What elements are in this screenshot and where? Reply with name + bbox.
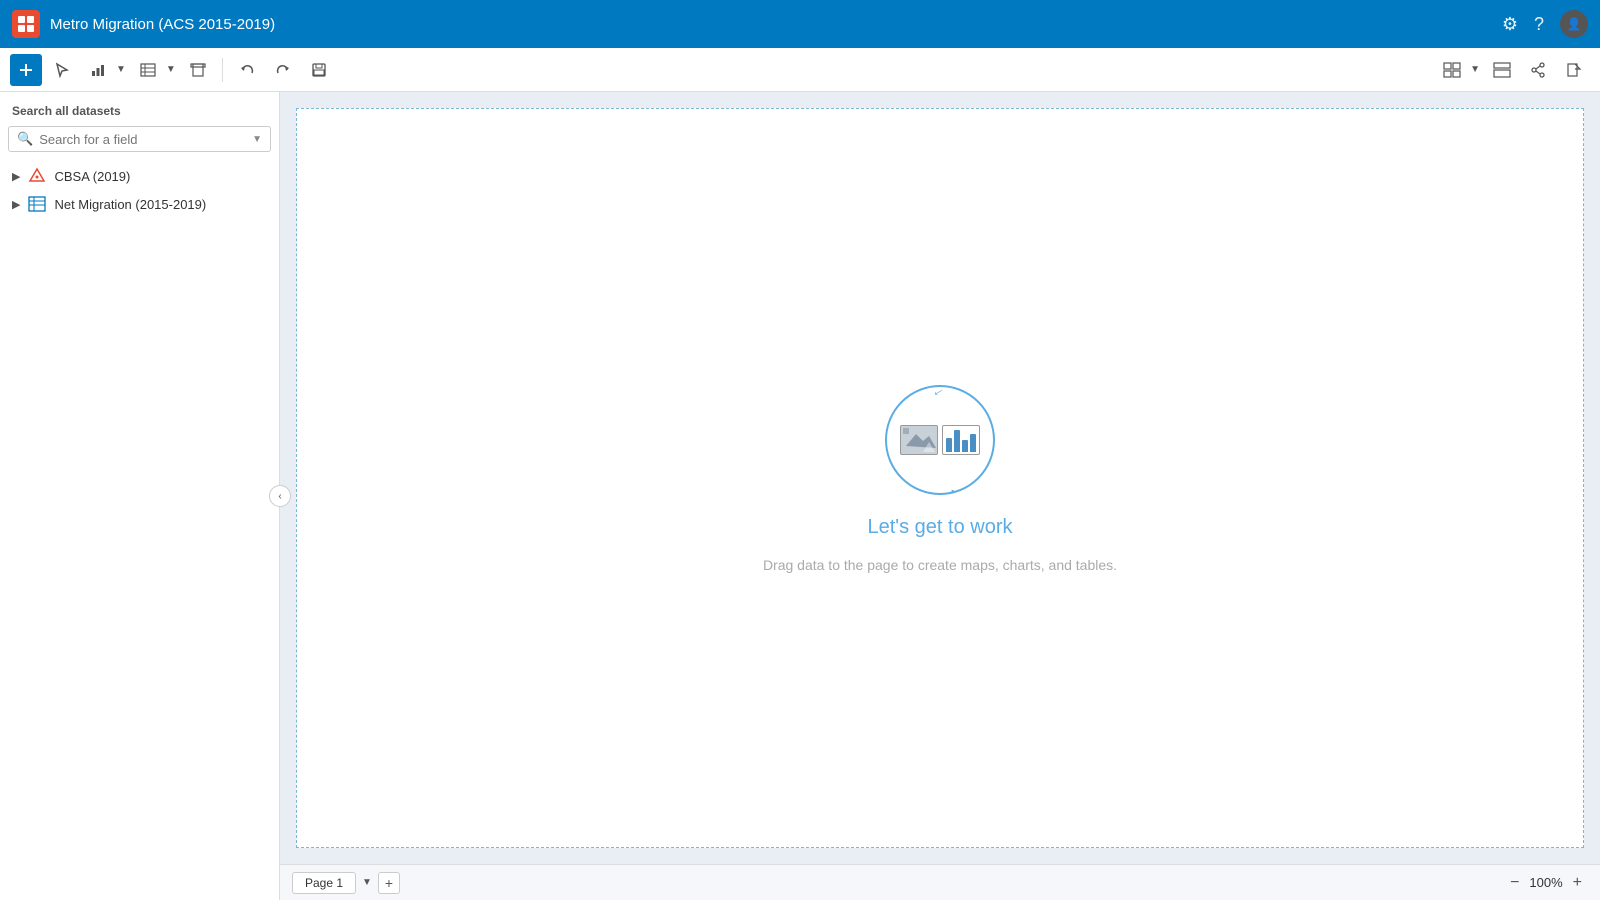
layout2-button[interactable] (1486, 54, 1518, 86)
net-migration-label: Net Migration (2015-2019) (54, 197, 206, 212)
chart-dropdown-arrow[interactable]: ▼ (114, 62, 128, 77)
search-field[interactable]: 🔍 ▼ (8, 126, 271, 152)
page-label[interactable]: Page 1 (292, 872, 356, 894)
empty-state-subtitle: Drag data to the page to create maps, ch… (763, 555, 1117, 576)
undo-button[interactable] (231, 54, 263, 86)
net-migration-icon (28, 195, 46, 213)
search-input[interactable] (39, 132, 252, 147)
sidebar-collapse-button[interactable]: ‹ (269, 485, 291, 507)
cbsa-expand-arrow[interactable]: ▶ (12, 170, 20, 183)
toolbar-separator-1 (222, 58, 223, 82)
right-toolbar: ▼ (1436, 54, 1590, 86)
search-dropdown-arrow[interactable]: ▼ (252, 134, 262, 145)
layout1-button[interactable] (1436, 54, 1468, 86)
chart-bar-3 (962, 440, 968, 452)
chart-bar-4 (970, 434, 976, 452)
chart-button[interactable] (82, 54, 114, 86)
search-icon: 🔍 (17, 131, 33, 147)
chart-bar-2 (954, 430, 960, 452)
dataset-item-net-migration[interactable]: ▶ Net Migration (2015-2019) (8, 190, 271, 218)
zoom-level: 100% (1529, 875, 1562, 890)
cbsa-label: CBSA (2019) (54, 169, 130, 184)
page-canvas: ← → (296, 108, 1584, 848)
layout1-dropdown-arrow[interactable]: ▼ (1468, 62, 1482, 77)
topbar-right: ⚙ ? 👤 (1502, 10, 1588, 38)
table-button-group: ▼ (132, 54, 178, 86)
icon-pair (900, 425, 980, 455)
mini-chart-icon (942, 425, 980, 455)
user-avatar[interactable]: 👤 (1560, 10, 1588, 38)
empty-state-title: Let's get to work (867, 516, 1012, 539)
select-button[interactable] (46, 54, 78, 86)
search-all-datasets-label: Search all datasets (8, 104, 271, 118)
zoom-in-button[interactable]: + (1567, 872, 1588, 894)
bottom-bar: Page 1 ▼ + − 100% + (280, 864, 1600, 900)
chart-bar-1 (946, 438, 952, 452)
export-button[interactable] (1558, 54, 1590, 86)
table-dropdown-arrow[interactable]: ▼ (164, 62, 178, 77)
mini-map-icon (900, 425, 938, 455)
cbsa-icon (28, 167, 46, 185)
save-button[interactable] (303, 54, 335, 86)
sidebar: Search all datasets 🔍 ▼ ▶ CBSA (2019) ▶ (0, 92, 280, 900)
text-button[interactable] (182, 54, 214, 86)
zoom-out-button[interactable]: − (1504, 872, 1525, 894)
app-logo (12, 10, 40, 38)
net-migration-expand-arrow[interactable]: ▶ (12, 198, 20, 211)
empty-illustration: ← → (880, 380, 1000, 500)
main-layout: Search all datasets 🔍 ▼ ▶ CBSA (2019) ▶ (0, 92, 1600, 900)
share-button[interactable] (1522, 54, 1554, 86)
top-bar: Metro Migration (ACS 2015-2019) ⚙ ? 👤 (0, 0, 1600, 48)
add-button[interactable] (10, 54, 42, 86)
sidebar-content: Search all datasets 🔍 ▼ ▶ CBSA (2019) ▶ (0, 92, 279, 900)
settings-icon[interactable]: ⚙ (1502, 14, 1518, 35)
empty-state: ← → (763, 380, 1117, 576)
toolbar: ▼ ▼ (0, 48, 1600, 92)
chart-button-group: ▼ (82, 54, 128, 86)
layout1-button-group: ▼ (1436, 54, 1482, 86)
page-dropdown-arrow[interactable]: ▼ (360, 875, 374, 890)
add-page-button[interactable]: + (378, 872, 400, 894)
app-title: Metro Migration (ACS 2015-2019) (50, 16, 1492, 33)
canvas-area: ← → (280, 92, 1600, 900)
dataset-item-cbsa[interactable]: ▶ CBSA (2019) (8, 162, 271, 190)
help-icon[interactable]: ? (1534, 14, 1544, 35)
table-button[interactable] (132, 54, 164, 86)
redo-button[interactable] (267, 54, 299, 86)
